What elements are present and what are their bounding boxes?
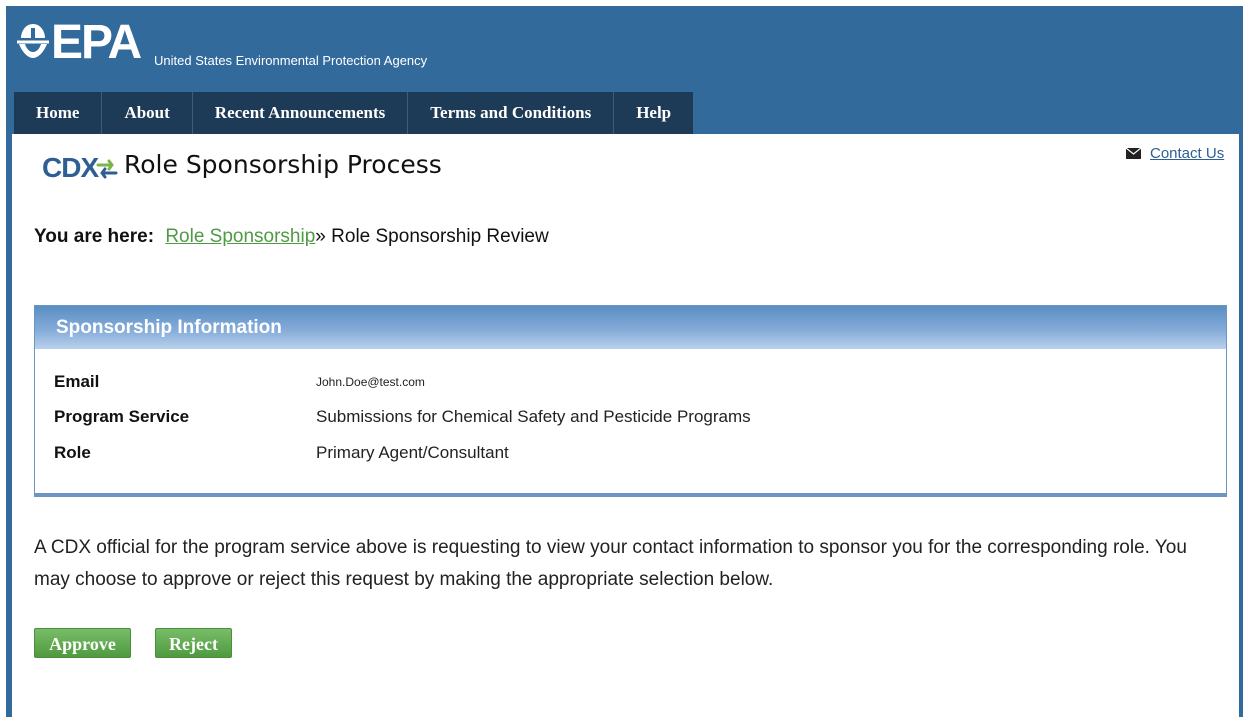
- cdx-logo: CDX: [42, 152, 118, 184]
- info-value: Primary Agent/Consultant: [316, 443, 509, 462]
- cdx-arrows-icon: [96, 159, 118, 179]
- info-label: Program Service: [54, 407, 190, 426]
- info-row-email: Email John.Doe@test.com: [54, 370, 425, 394]
- cdx-logo-text: CDX: [42, 152, 99, 183]
- nav-home[interactable]: Home: [14, 92, 103, 134]
- site-header: EPA United States Environmental Protecti…: [6, 6, 1243, 134]
- nav-help[interactable]: Help: [614, 92, 693, 134]
- nav-about[interactable]: About: [102, 92, 193, 134]
- nav-recent-announcements[interactable]: Recent Announcements: [193, 92, 409, 134]
- breadcrumb-current: Role Sponsorship Review: [331, 226, 549, 247]
- envelope-icon: [1126, 148, 1141, 159]
- page-frame: EPA United States Environmental Protecti…: [0, 0, 1249, 717]
- epa-logo[interactable]: EPA: [15, 16, 142, 69]
- info-value: John.Doe@test.com: [316, 375, 425, 389]
- contact-us[interactable]: Contact Us: [1126, 145, 1224, 162]
- info-row-role: Role Primary Agent/Consultant: [54, 441, 509, 465]
- request-message: A CDX official for the program service a…: [34, 537, 1187, 590]
- contact-us-link[interactable]: Contact Us: [1150, 145, 1224, 162]
- epa-logo-text: EPA: [51, 16, 142, 69]
- panel-title: Sponsorship Information: [35, 306, 1226, 349]
- breadcrumb-separator: »: [315, 226, 326, 247]
- info-label: Email: [54, 372, 100, 391]
- nav-terms-and-conditions[interactable]: Terms and Conditions: [408, 92, 615, 134]
- epa-flower-icon: [17, 24, 49, 58]
- sponsorship-info-panel: Sponsorship Information Email John.Doe@t…: [34, 305, 1227, 497]
- info-value: Submissions for Chemical Safety and Pest…: [316, 407, 751, 426]
- approve-button[interactable]: Approve: [34, 628, 131, 658]
- reject-button[interactable]: Reject: [155, 628, 232, 658]
- main-nav: Home About Recent Announcements Terms an…: [14, 92, 694, 134]
- left-border: [6, 134, 12, 717]
- info-label: Role: [54, 443, 91, 462]
- breadcrumb-label: You are here:: [34, 226, 155, 247]
- info-row-program-service: Program Service Submissions for Chemical…: [54, 405, 751, 429]
- page-title: Role Sponsorship Process: [124, 150, 442, 179]
- right-border: [1239, 134, 1243, 717]
- agency-name: United States Environmental Protection A…: [154, 53, 428, 68]
- breadcrumb: You are here: Role Sponsorship» Role Spo…: [34, 226, 549, 248]
- breadcrumb-link-role-sponsorship[interactable]: Role Sponsorship: [165, 226, 315, 247]
